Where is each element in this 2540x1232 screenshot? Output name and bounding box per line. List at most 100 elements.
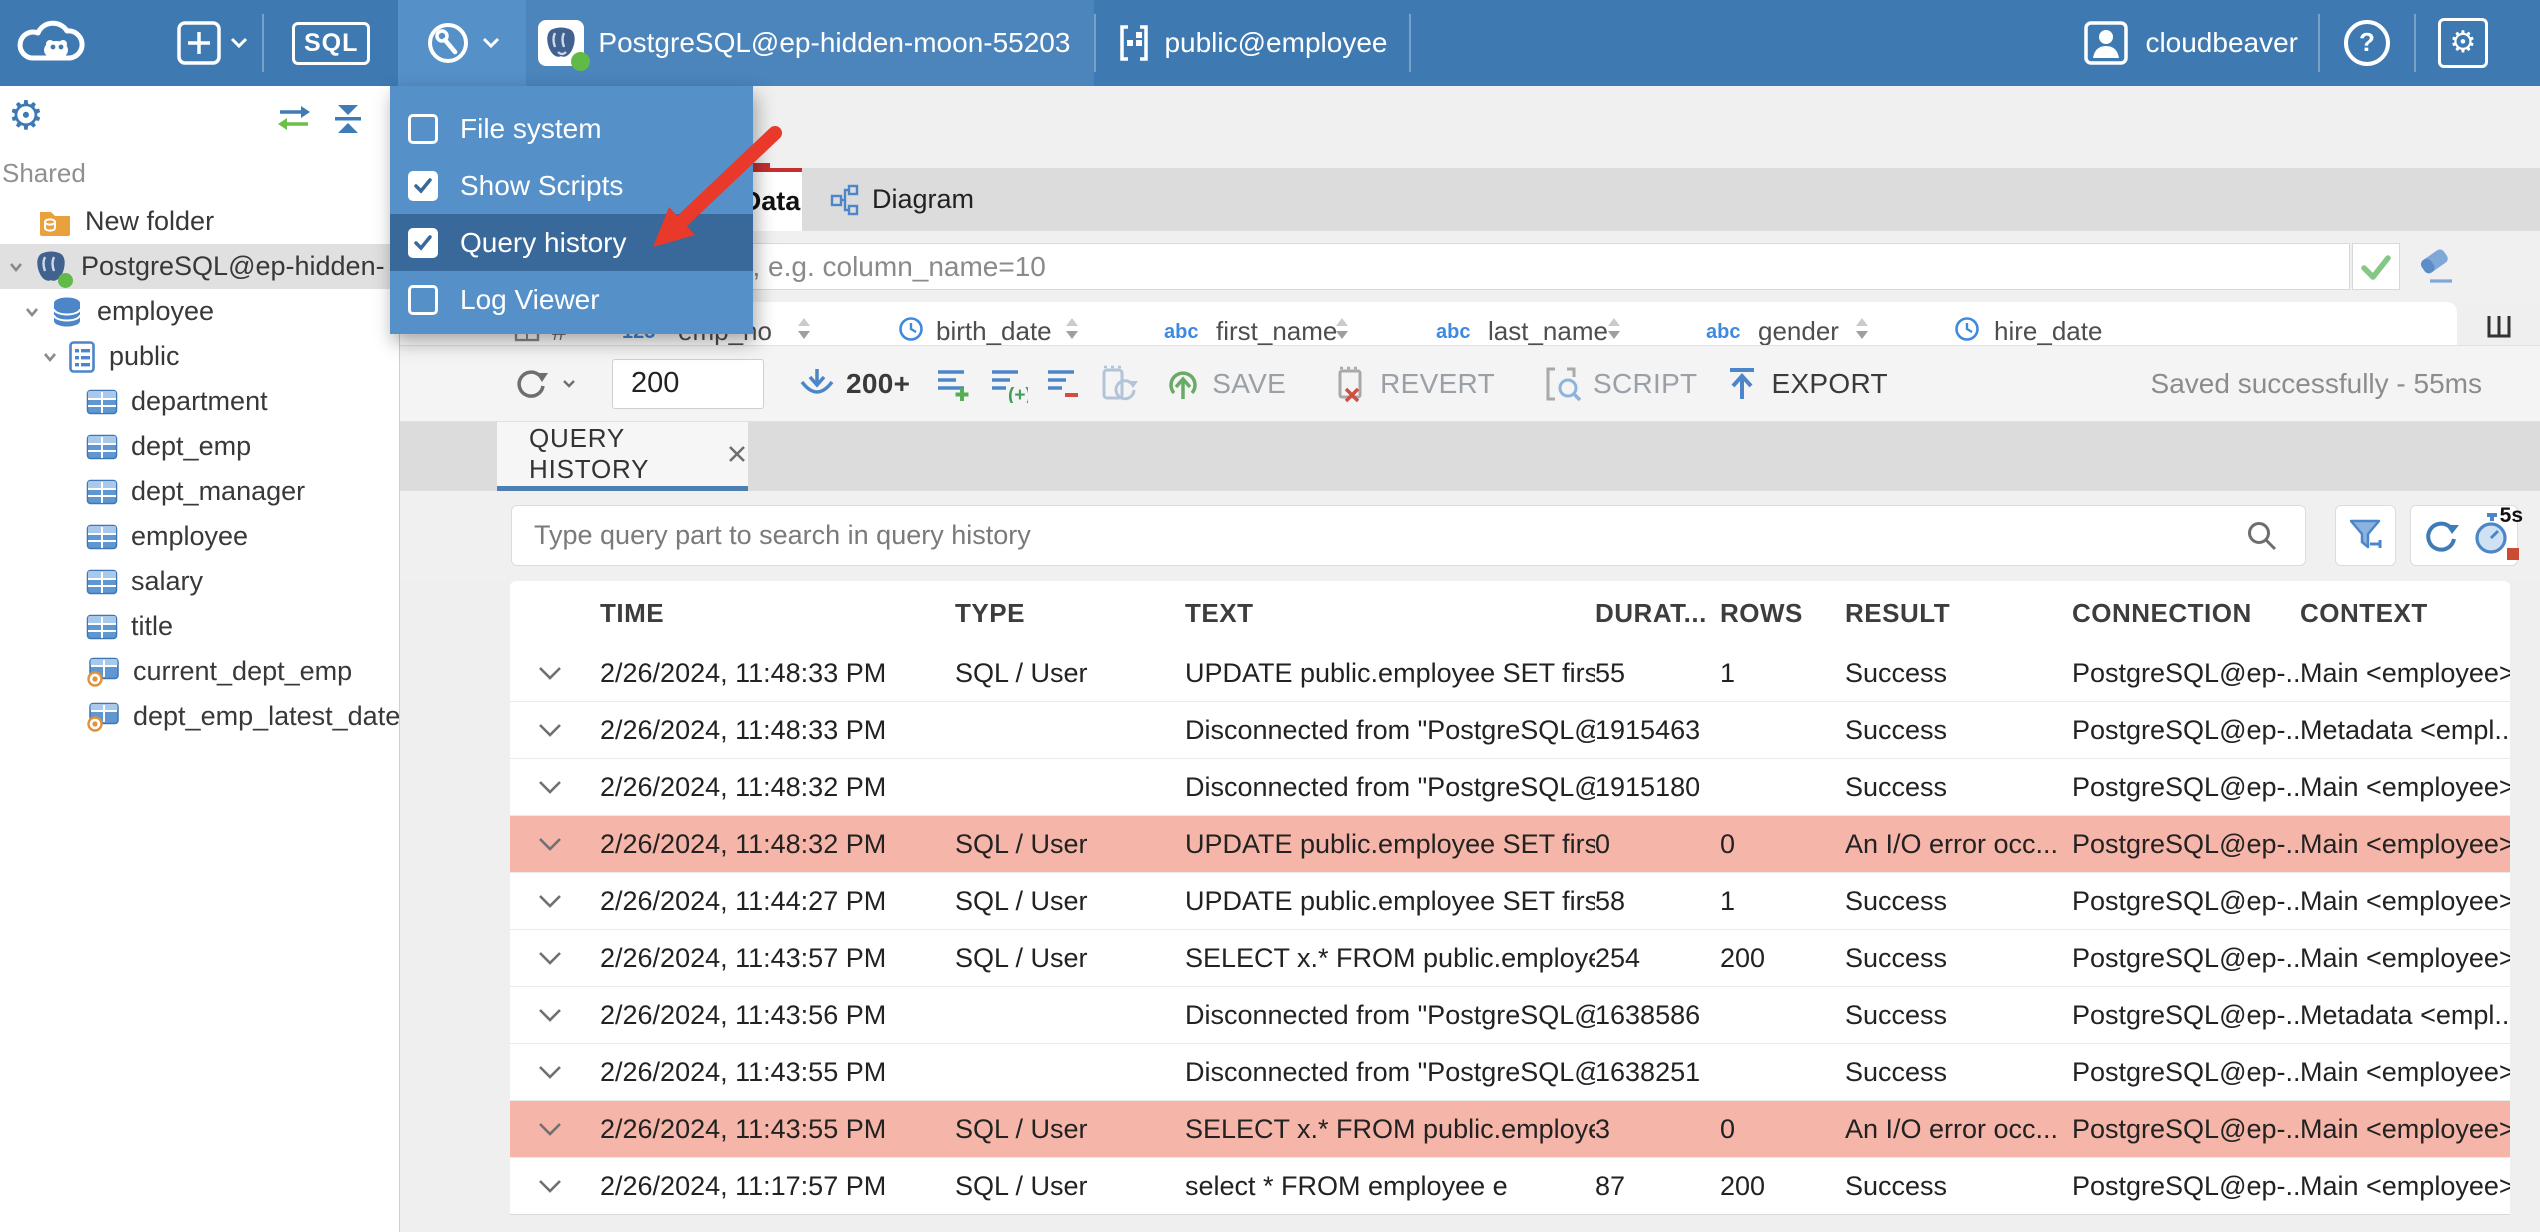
active-connection-tab[interactable]: PostgreSQL@ep-hidden-moon-55203: [526, 0, 1095, 86]
navigator-settings-icon[interactable]: ⚙: [8, 96, 44, 136]
query-history-filter-button[interactable]: [2335, 505, 2396, 566]
refresh-button[interactable]: [512, 364, 576, 404]
export-button[interactable]: EXPORT: [1723, 365, 1888, 403]
row-expand-icon[interactable]: [510, 1179, 600, 1194]
tree-item-view[interactable]: dept_emp_latest_date: [0, 694, 399, 739]
schema-page-icon: [68, 340, 96, 374]
sort-icon[interactable]: [796, 316, 812, 344]
tree-item-view[interactable]: current_dept_emp: [0, 649, 399, 694]
column-header[interactable]: first_name: [1216, 316, 1337, 345]
checkbox-icon[interactable]: [408, 227, 438, 258]
help-button[interactable]: ?: [2320, 0, 2414, 86]
header-duration[interactable]: DURAT...: [1595, 598, 1720, 629]
sort-icon[interactable]: [1606, 316, 1622, 344]
row-expand-icon[interactable]: [510, 1122, 600, 1137]
history-row[interactable]: 2/26/2024, 11:48:32 PM SQL / User UPDATE…: [510, 816, 2510, 873]
header-context[interactable]: CONTEXT: [2300, 598, 2510, 629]
save-upload-icon: [1164, 365, 1202, 403]
duplicate-row-icon[interactable]: (+): [988, 365, 1028, 403]
schema-selector[interactable]: public@employee: [1096, 0, 1409, 86]
tree-item-table[interactable]: salary: [0, 559, 399, 604]
chevron-down-icon: [230, 37, 248, 49]
query-history-tab[interactable]: QUERY HISTORY: [497, 422, 748, 491]
history-row[interactable]: 2/26/2024, 11:43:55 PM Disconnected from…: [510, 1044, 2510, 1101]
row-expand-icon[interactable]: [510, 951, 600, 966]
funnel-icon: [2346, 517, 2386, 555]
checkbox-icon[interactable]: [408, 113, 438, 144]
save-button[interactable]: SAVE: [1164, 365, 1286, 403]
delete-row-icon[interactable]: [1044, 365, 1082, 403]
refresh-icon[interactable]: [2421, 515, 2463, 557]
history-row[interactable]: 2/26/2024, 11:43:55 PM SQL / User SELECT…: [510, 1101, 2510, 1158]
chevron-down-icon[interactable]: [40, 347, 60, 367]
tree-item-label: dept_emp: [131, 431, 252, 461]
tree-item-table[interactable]: title: [0, 604, 399, 649]
row-expand-icon[interactable]: [510, 894, 600, 909]
header-text[interactable]: TEXT: [1185, 598, 1595, 629]
header-connection[interactable]: CONNECTION: [2072, 598, 2300, 629]
header-time[interactable]: TIME: [600, 598, 955, 629]
user-menu[interactable]: cloudbeaver: [2063, 0, 2318, 86]
table-icon: [86, 434, 118, 460]
tree-item-new-folder[interactable]: New folder: [0, 199, 399, 244]
chevron-down-icon[interactable]: [6, 257, 26, 277]
settings-button[interactable]: ⚙: [2416, 0, 2510, 86]
tree-item-table[interactable]: department: [0, 379, 399, 424]
history-row[interactable]: 2/26/2024, 11:43:57 PM SQL / User SELECT…: [510, 930, 2510, 987]
top-bar-right: cloudbeaver ? ⚙: [2063, 0, 2540, 86]
history-row[interactable]: 2/26/2024, 11:43:56 PM Disconnected from…: [510, 987, 2510, 1044]
tools-menu-button[interactable]: [398, 0, 527, 86]
column-header[interactable]: hire_date: [1994, 316, 2102, 345]
row-limit-input[interactable]: [612, 358, 764, 409]
tree-item-table[interactable]: dept_manager: [0, 469, 399, 514]
add-row-icon[interactable]: [934, 365, 972, 403]
tree-item-connection[interactable]: PostgreSQL@ep-hidden-: [0, 244, 399, 289]
header-type[interactable]: TYPE: [955, 598, 1185, 629]
row-expand-icon[interactable]: [510, 837, 600, 852]
history-row[interactable]: 2/26/2024, 11:48:33 PM Disconnected from…: [510, 702, 2510, 759]
history-row[interactable]: 2/26/2024, 11:17:57 PM SQL / User select…: [510, 1158, 2510, 1214]
tree-item-schema[interactable]: public: [0, 334, 399, 379]
apply-filter-button[interactable]: [2352, 243, 2400, 290]
auto-refresh-timer-icon[interactable]: 5s: [2471, 504, 2523, 560]
row-expand-icon[interactable]: [510, 780, 600, 795]
tree-item-database[interactable]: employee: [0, 289, 399, 334]
cell-text: Disconnected from "PostgreSQL@e...: [1185, 714, 1595, 745]
header-result[interactable]: RESULT: [1845, 598, 2072, 629]
sort-icon[interactable]: [1854, 316, 1870, 344]
cell-text: UPDATE public.employee SET first_...: [1185, 828, 1595, 859]
grid-columns-icon[interactable]: [2485, 316, 2513, 344]
eraser-icon[interactable]: [2414, 247, 2458, 287]
checkbox-icon[interactable]: [408, 170, 438, 201]
collapse-all-icon[interactable]: [332, 104, 364, 134]
row-expand-icon[interactable]: [510, 723, 600, 738]
revert-button[interactable]: REVERT: [1332, 365, 1495, 403]
sort-icon[interactable]: [1334, 316, 1350, 344]
row-expand-icon[interactable]: [510, 666, 600, 681]
new-connection-button[interactable]: [162, 0, 262, 86]
script-button[interactable]: SCRIPT: [1543, 364, 1697, 404]
refresh-grid-icon-disabled[interactable]: [1098, 364, 1140, 404]
row-expand-icon[interactable]: [510, 1008, 600, 1023]
sql-editor-button[interactable]: SQL: [278, 0, 384, 86]
column-header[interactable]: birth_date: [936, 316, 1052, 345]
chevron-down-icon[interactable]: [22, 302, 42, 322]
history-row[interactable]: 2/26/2024, 11:44:27 PM SQL / User UPDATE…: [510, 873, 2510, 930]
sync-arrows-icon[interactable]: [276, 104, 312, 132]
sort-icon[interactable]: [1064, 316, 1080, 344]
fetch-more-button[interactable]: 200+: [798, 366, 910, 402]
tree-item-table[interactable]: dept_emp: [0, 424, 399, 469]
tab-diagram[interactable]: Diagram: [802, 168, 1002, 231]
tree-item-table[interactable]: employee: [0, 514, 399, 559]
cell-text: SELECT x.* FROM public.employee x: [1185, 942, 1595, 973]
menu-item-log-viewer[interactable]: Log Viewer: [390, 271, 753, 328]
close-icon[interactable]: [726, 443, 748, 465]
column-header[interactable]: last_name: [1488, 316, 1608, 345]
header-rows[interactable]: ROWS: [1720, 598, 1845, 629]
row-expand-icon[interactable]: [510, 1065, 600, 1080]
history-row[interactable]: 2/26/2024, 11:48:33 PM SQL / User UPDATE…: [510, 645, 2510, 702]
column-header[interactable]: gender: [1758, 316, 1839, 345]
checkbox-icon[interactable]: [408, 284, 438, 315]
query-history-search-input[interactable]: [511, 505, 2306, 566]
history-row[interactable]: 2/26/2024, 11:48:32 PM Disconnected from…: [510, 759, 2510, 816]
